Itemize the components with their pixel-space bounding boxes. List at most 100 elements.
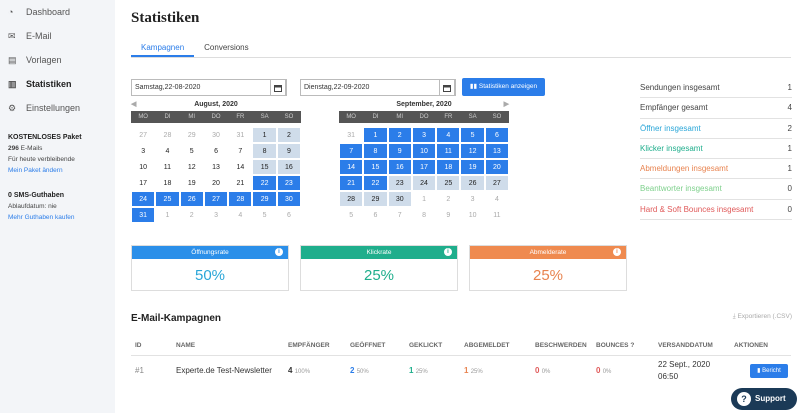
calendar-day[interactable]: 20 bbox=[484, 159, 510, 175]
calendar-day[interactable]: 28 bbox=[155, 127, 180, 143]
calendar-day[interactable]: 18 bbox=[155, 175, 180, 191]
calendar-day[interactable]: 1 bbox=[155, 207, 180, 223]
calendar-day[interactable]: 9 bbox=[436, 207, 461, 223]
calendar-day[interactable]: 4 bbox=[228, 207, 253, 223]
calendar-day[interactable]: 29 bbox=[363, 191, 388, 207]
calendar-day[interactable]: 16 bbox=[387, 159, 412, 175]
calendar-day[interactable]: 1 bbox=[363, 127, 388, 143]
help-icon[interactable]: ? bbox=[630, 342, 634, 349]
calendar-day[interactable]: 30 bbox=[387, 191, 412, 207]
calendar-day[interactable]: 11 bbox=[436, 143, 461, 159]
info-icon[interactable]: i bbox=[444, 248, 452, 256]
calendar-day[interactable]: 10 bbox=[131, 159, 156, 175]
calendar-day[interactable]: 4 bbox=[155, 143, 180, 159]
calendar-day[interactable]: 20 bbox=[203, 175, 229, 191]
report-button[interactable]: ▮ Bericht bbox=[750, 364, 788, 378]
calendar-day[interactable]: 16 bbox=[276, 159, 302, 175]
cell-name[interactable]: Experte.de Test-Newsletter bbox=[176, 356, 272, 386]
sidebar-item-einstellungen[interactable]: ⚙ Einstellungen bbox=[0, 96, 115, 120]
tab-campaigns[interactable]: Kampagnen bbox=[131, 40, 195, 57]
calendar-day[interactable]: 8 bbox=[411, 207, 437, 223]
calendar-day[interactable]: 4 bbox=[484, 191, 510, 207]
calendar-day[interactable]: 24 bbox=[131, 191, 156, 207]
export-csv-link[interactable]: ⤓ Exportieren (.CSV) bbox=[733, 313, 792, 321]
calendar-day[interactable]: 7 bbox=[387, 207, 412, 223]
calendar-day[interactable]: 14 bbox=[228, 159, 253, 175]
calendar-day[interactable]: 4 bbox=[436, 127, 461, 143]
calendar-day[interactable]: 6 bbox=[484, 127, 510, 143]
calendar-day[interactable]: 31 bbox=[131, 207, 156, 223]
calendar-day[interactable]: 21 bbox=[339, 175, 364, 191]
calendar-day[interactable]: 11 bbox=[155, 159, 180, 175]
calendar-day[interactable]: 19 bbox=[179, 175, 204, 191]
calendar-day[interactable]: 23 bbox=[387, 175, 412, 191]
calendar-day[interactable]: 15 bbox=[252, 159, 277, 175]
calendar-day[interactable]: 17 bbox=[411, 159, 437, 175]
calendar-day[interactable]: 3 bbox=[460, 191, 485, 207]
sidebar-item-statistiken[interactable]: ▥ Statistiken bbox=[0, 72, 115, 96]
calendar-day[interactable]: 3 bbox=[131, 143, 156, 159]
calendar-day[interactable]: 29 bbox=[179, 127, 204, 143]
calendar-icon[interactable] bbox=[270, 79, 286, 96]
calendar-day[interactable]: 2 bbox=[387, 127, 412, 143]
calendar-day[interactable]: 21 bbox=[228, 175, 253, 191]
calendar-day[interactable]: 2 bbox=[276, 127, 302, 143]
calendar-day[interactable]: 2 bbox=[436, 191, 461, 207]
calendar-day[interactable]: 12 bbox=[179, 159, 204, 175]
show-stats-button[interactable]: ▮▮ Statistiken anzeigen bbox=[462, 78, 545, 96]
calendar-day[interactable]: 6 bbox=[203, 143, 229, 159]
calendar-day[interactable]: 7 bbox=[339, 143, 364, 159]
calendar-day[interactable]: 5 bbox=[339, 207, 364, 223]
calendar-day[interactable]: 10 bbox=[460, 207, 485, 223]
calendar-day[interactable]: 27 bbox=[484, 175, 510, 191]
sidebar-item-dashboard[interactable]: ◔ Dashboard bbox=[0, 0, 115, 24]
calendar-day[interactable]: 23 bbox=[276, 175, 302, 191]
date-from-input[interactable]: Samstag,22-08-2020 bbox=[131, 79, 287, 96]
calendar-day[interactable]: 5 bbox=[460, 127, 485, 143]
calendar-day[interactable]: 27 bbox=[203, 191, 229, 207]
calendar-day[interactable]: 25 bbox=[436, 175, 461, 191]
calendar-day[interactable]: 8 bbox=[252, 143, 277, 159]
calendar-day[interactable]: 3 bbox=[203, 207, 229, 223]
calendar-day[interactable]: 30 bbox=[276, 191, 302, 207]
calendar-day[interactable]: 28 bbox=[339, 191, 364, 207]
date-to-input[interactable]: Dienstag,22-09-2020 bbox=[300, 79, 456, 96]
calendar-day[interactable]: 6 bbox=[363, 207, 388, 223]
change-package-link[interactable]: Mein Paket ändern bbox=[8, 167, 63, 174]
calendar-day[interactable]: 12 bbox=[460, 143, 485, 159]
prev-month-icon[interactable]: ◀ bbox=[131, 99, 136, 111]
calendar-day[interactable]: 19 bbox=[460, 159, 485, 175]
calendar-day[interactable]: 6 bbox=[276, 207, 302, 223]
buy-credit-link[interactable]: Mehr Guthaben kaufen bbox=[8, 214, 75, 221]
calendar-day[interactable]: 5 bbox=[252, 207, 277, 223]
calendar-day[interactable]: 3 bbox=[411, 127, 437, 143]
calendar-day[interactable]: 11 bbox=[484, 207, 510, 223]
calendar-day[interactable]: 30 bbox=[203, 127, 229, 143]
calendar-day[interactable]: 26 bbox=[179, 191, 204, 207]
sidebar-item-vorlagen[interactable]: ▤ Vorlagen bbox=[0, 48, 115, 72]
calendar-day[interactable]: 28 bbox=[228, 191, 253, 207]
calendar-day[interactable]: 8 bbox=[363, 143, 388, 159]
calendar-day[interactable]: 14 bbox=[339, 159, 364, 175]
calendar-day[interactable]: 29 bbox=[252, 191, 277, 207]
info-icon[interactable]: i bbox=[613, 248, 621, 256]
calendar-day[interactable]: 15 bbox=[363, 159, 388, 175]
calendar-day[interactable]: 27 bbox=[131, 127, 156, 143]
calendar-day[interactable]: 26 bbox=[460, 175, 485, 191]
calendar-day[interactable]: 2 bbox=[179, 207, 204, 223]
calendar-day[interactable]: 31 bbox=[228, 127, 253, 143]
support-button[interactable]: ? Support bbox=[731, 388, 797, 410]
calendar-day[interactable]: 18 bbox=[436, 159, 461, 175]
info-icon[interactable]: i bbox=[275, 248, 283, 256]
calendar-day[interactable]: 1 bbox=[252, 127, 277, 143]
calendar-day[interactable]: 13 bbox=[203, 159, 229, 175]
calendar-day[interactable]: 9 bbox=[387, 143, 412, 159]
calendar-day[interactable]: 5 bbox=[179, 143, 204, 159]
next-month-icon[interactable]: ▶ bbox=[504, 99, 509, 111]
calendar-day[interactable]: 31 bbox=[339, 127, 364, 143]
calendar-day[interactable]: 13 bbox=[484, 143, 510, 159]
calendar-day[interactable]: 10 bbox=[411, 143, 437, 159]
sidebar-item-email[interactable]: ✉ E-Mail bbox=[0, 24, 115, 48]
calendar-day[interactable]: 7 bbox=[228, 143, 253, 159]
calendar-day[interactable]: 24 bbox=[411, 175, 437, 191]
